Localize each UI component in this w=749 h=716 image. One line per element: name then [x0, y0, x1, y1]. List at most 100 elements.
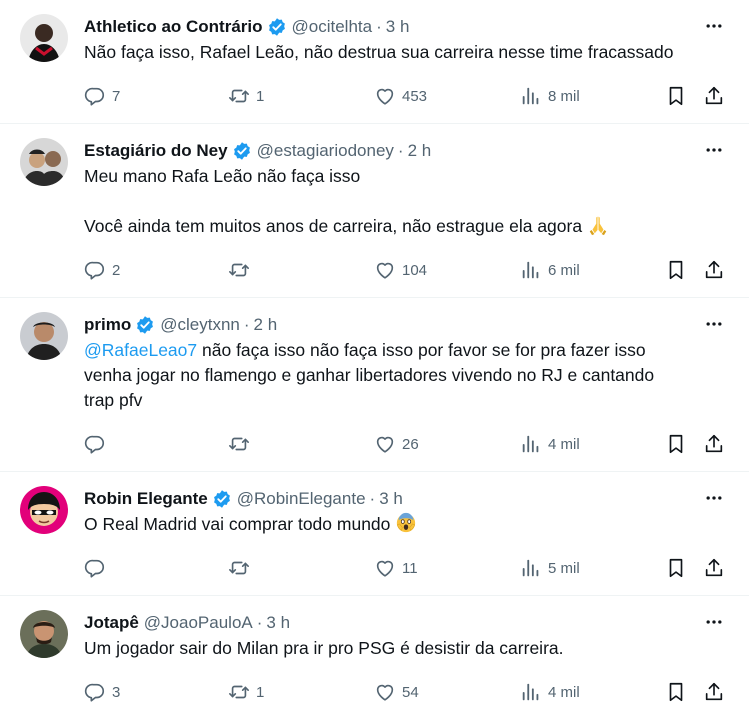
tweet[interactable]: Robin Elegante @RobinElegante · 3 h O Re…: [0, 472, 749, 596]
bookmark-icon: [665, 259, 687, 281]
bookmark-button[interactable]: [665, 680, 687, 704]
more-icon[interactable]: [701, 612, 727, 632]
like-icon: [374, 557, 396, 579]
more-icon[interactable]: [701, 488, 727, 508]
share-button[interactable]: [703, 258, 725, 282]
views-count: 4 mil: [548, 435, 580, 453]
views-button[interactable]: 4 mil: [520, 432, 580, 456]
retweet-button[interactable]: 1: [228, 84, 264, 108]
share-button[interactable]: [703, 680, 725, 704]
timestamp[interactable]: 3 h: [266, 613, 290, 633]
verified-badge-icon: [232, 141, 252, 161]
views-button[interactable]: 6 mil: [520, 258, 580, 282]
share-button[interactable]: [703, 556, 725, 580]
author-name[interactable]: primo: [84, 315, 131, 335]
reply-button[interactable]: 3: [84, 680, 120, 704]
views-button[interactable]: 4 mil: [520, 680, 580, 704]
author-name[interactable]: Athletico ao Contrário: [84, 17, 263, 37]
views-count: 8 mil: [548, 87, 580, 105]
reply-count: 7: [112, 87, 121, 105]
timestamp[interactable]: 2 h: [254, 315, 278, 335]
like-icon: [374, 259, 396, 281]
author-handle[interactable]: @JoaoPauloA: [144, 613, 253, 633]
tweet-text: O Real Madrid vai comprar todo mundo: [84, 512, 734, 537]
views-icon: [520, 557, 542, 579]
screaming-face-emoji-icon: [395, 512, 417, 534]
retweet-icon: [228, 557, 250, 579]
share-button[interactable]: [703, 84, 725, 108]
retweet-button[interactable]: [228, 556, 256, 580]
bookmark-icon: [665, 433, 687, 455]
action-bar: 2 104 6 mil: [84, 258, 727, 282]
bookmark-button[interactable]: [665, 432, 687, 456]
bookmark-button[interactable]: [665, 84, 687, 108]
retweet-button[interactable]: 1: [228, 680, 264, 704]
separator: ·: [369, 489, 376, 508]
reply-button[interactable]: 2: [84, 258, 120, 282]
avatar[interactable]: [20, 138, 68, 186]
action-bar: 3 1 54 4 mil: [84, 680, 727, 704]
author-name[interactable]: Robin Elegante: [84, 489, 208, 509]
retweet-button[interactable]: [228, 432, 256, 456]
bookmark-icon: [665, 85, 687, 107]
author-name[interactable]: Jotapê: [84, 613, 139, 633]
tweet[interactable]: Jotapê @JoaoPauloA · 3 h Um jogador sair…: [0, 596, 749, 716]
author-handle[interactable]: @RobinElegante: [237, 489, 366, 509]
views-icon: [520, 85, 542, 107]
author-handle[interactable]: @ocitelhta: [292, 17, 373, 37]
bookmark-button[interactable]: [665, 258, 687, 282]
author-handle[interactable]: @cleytxnn: [160, 315, 240, 335]
more-icon[interactable]: [701, 16, 727, 36]
timestamp[interactable]: 3 h: [379, 489, 403, 509]
bookmark-icon: [665, 681, 687, 703]
separator: ·: [256, 613, 263, 632]
tweet-text: Meu mano Rafa Leão não faça isso Você ai…: [84, 164, 734, 239]
retweet-icon: [228, 681, 250, 703]
like-button[interactable]: 11: [374, 556, 418, 580]
more-icon[interactable]: [701, 140, 727, 160]
like-count: 453: [402, 87, 428, 105]
tweet-line: O Real Madrid vai comprar todo mundo: [84, 512, 734, 537]
more-icon[interactable]: [701, 314, 727, 334]
reply-icon: [84, 259, 106, 281]
like-count: 26: [402, 435, 419, 453]
reply-button[interactable]: [84, 556, 112, 580]
avatar[interactable]: [20, 14, 68, 62]
praying-hands-emoji-icon: [587, 214, 609, 236]
action-bar: 7 1 453 8 mil: [84, 84, 727, 108]
timestamp[interactable]: 2 h: [408, 141, 432, 161]
views-icon: [520, 433, 542, 455]
reply-button[interactable]: [84, 432, 112, 456]
reply-button[interactable]: 7: [84, 84, 120, 108]
like-count: 11: [402, 559, 418, 577]
share-icon: [703, 557, 725, 579]
separator: ·: [397, 141, 404, 160]
like-button[interactable]: 453: [374, 84, 427, 108]
like-count: 54: [402, 683, 419, 701]
author-handle[interactable]: @estagiariodoney: [257, 141, 394, 161]
avatar[interactable]: [20, 312, 68, 360]
timestamp[interactable]: 3 h: [386, 17, 410, 37]
verified-badge-icon: [212, 489, 232, 509]
tweet[interactable]: primo @cleytxnn · 2 h @RafaeLeao7 não fa…: [0, 298, 749, 472]
views-button[interactable]: 8 mil: [520, 84, 580, 108]
like-icon: [374, 85, 396, 107]
bookmark-button[interactable]: [665, 556, 687, 580]
author-name[interactable]: Estagiário do Ney: [84, 141, 228, 161]
tweet[interactable]: Estagiário do Ney @estagiariodoney · 2 h…: [0, 124, 749, 298]
retweet-button[interactable]: [228, 258, 256, 282]
tweet[interactable]: Athletico ao Contrário @ocitelhta · 3 h …: [0, 0, 749, 124]
like-button[interactable]: 54: [374, 680, 419, 704]
like-button[interactable]: 26: [374, 432, 419, 456]
avatar[interactable]: [20, 486, 68, 534]
tweet-line: Não faça isso, Rafael Leão, não destrua …: [84, 42, 674, 62]
avatar[interactable]: [20, 610, 68, 658]
share-button[interactable]: [703, 432, 725, 456]
timeline: Athletico ao Contrário @ocitelhta · 3 h …: [0, 0, 749, 716]
views-count: 4 mil: [548, 683, 580, 701]
mention-link[interactable]: @RafaeLeao7: [84, 340, 197, 360]
views-button[interactable]: 5 mil: [520, 556, 580, 580]
like-button[interactable]: 104: [374, 258, 427, 282]
tweet-line: Meu mano Rafa Leão não faça isso: [84, 166, 361, 186]
views-count: 6 mil: [548, 261, 580, 279]
